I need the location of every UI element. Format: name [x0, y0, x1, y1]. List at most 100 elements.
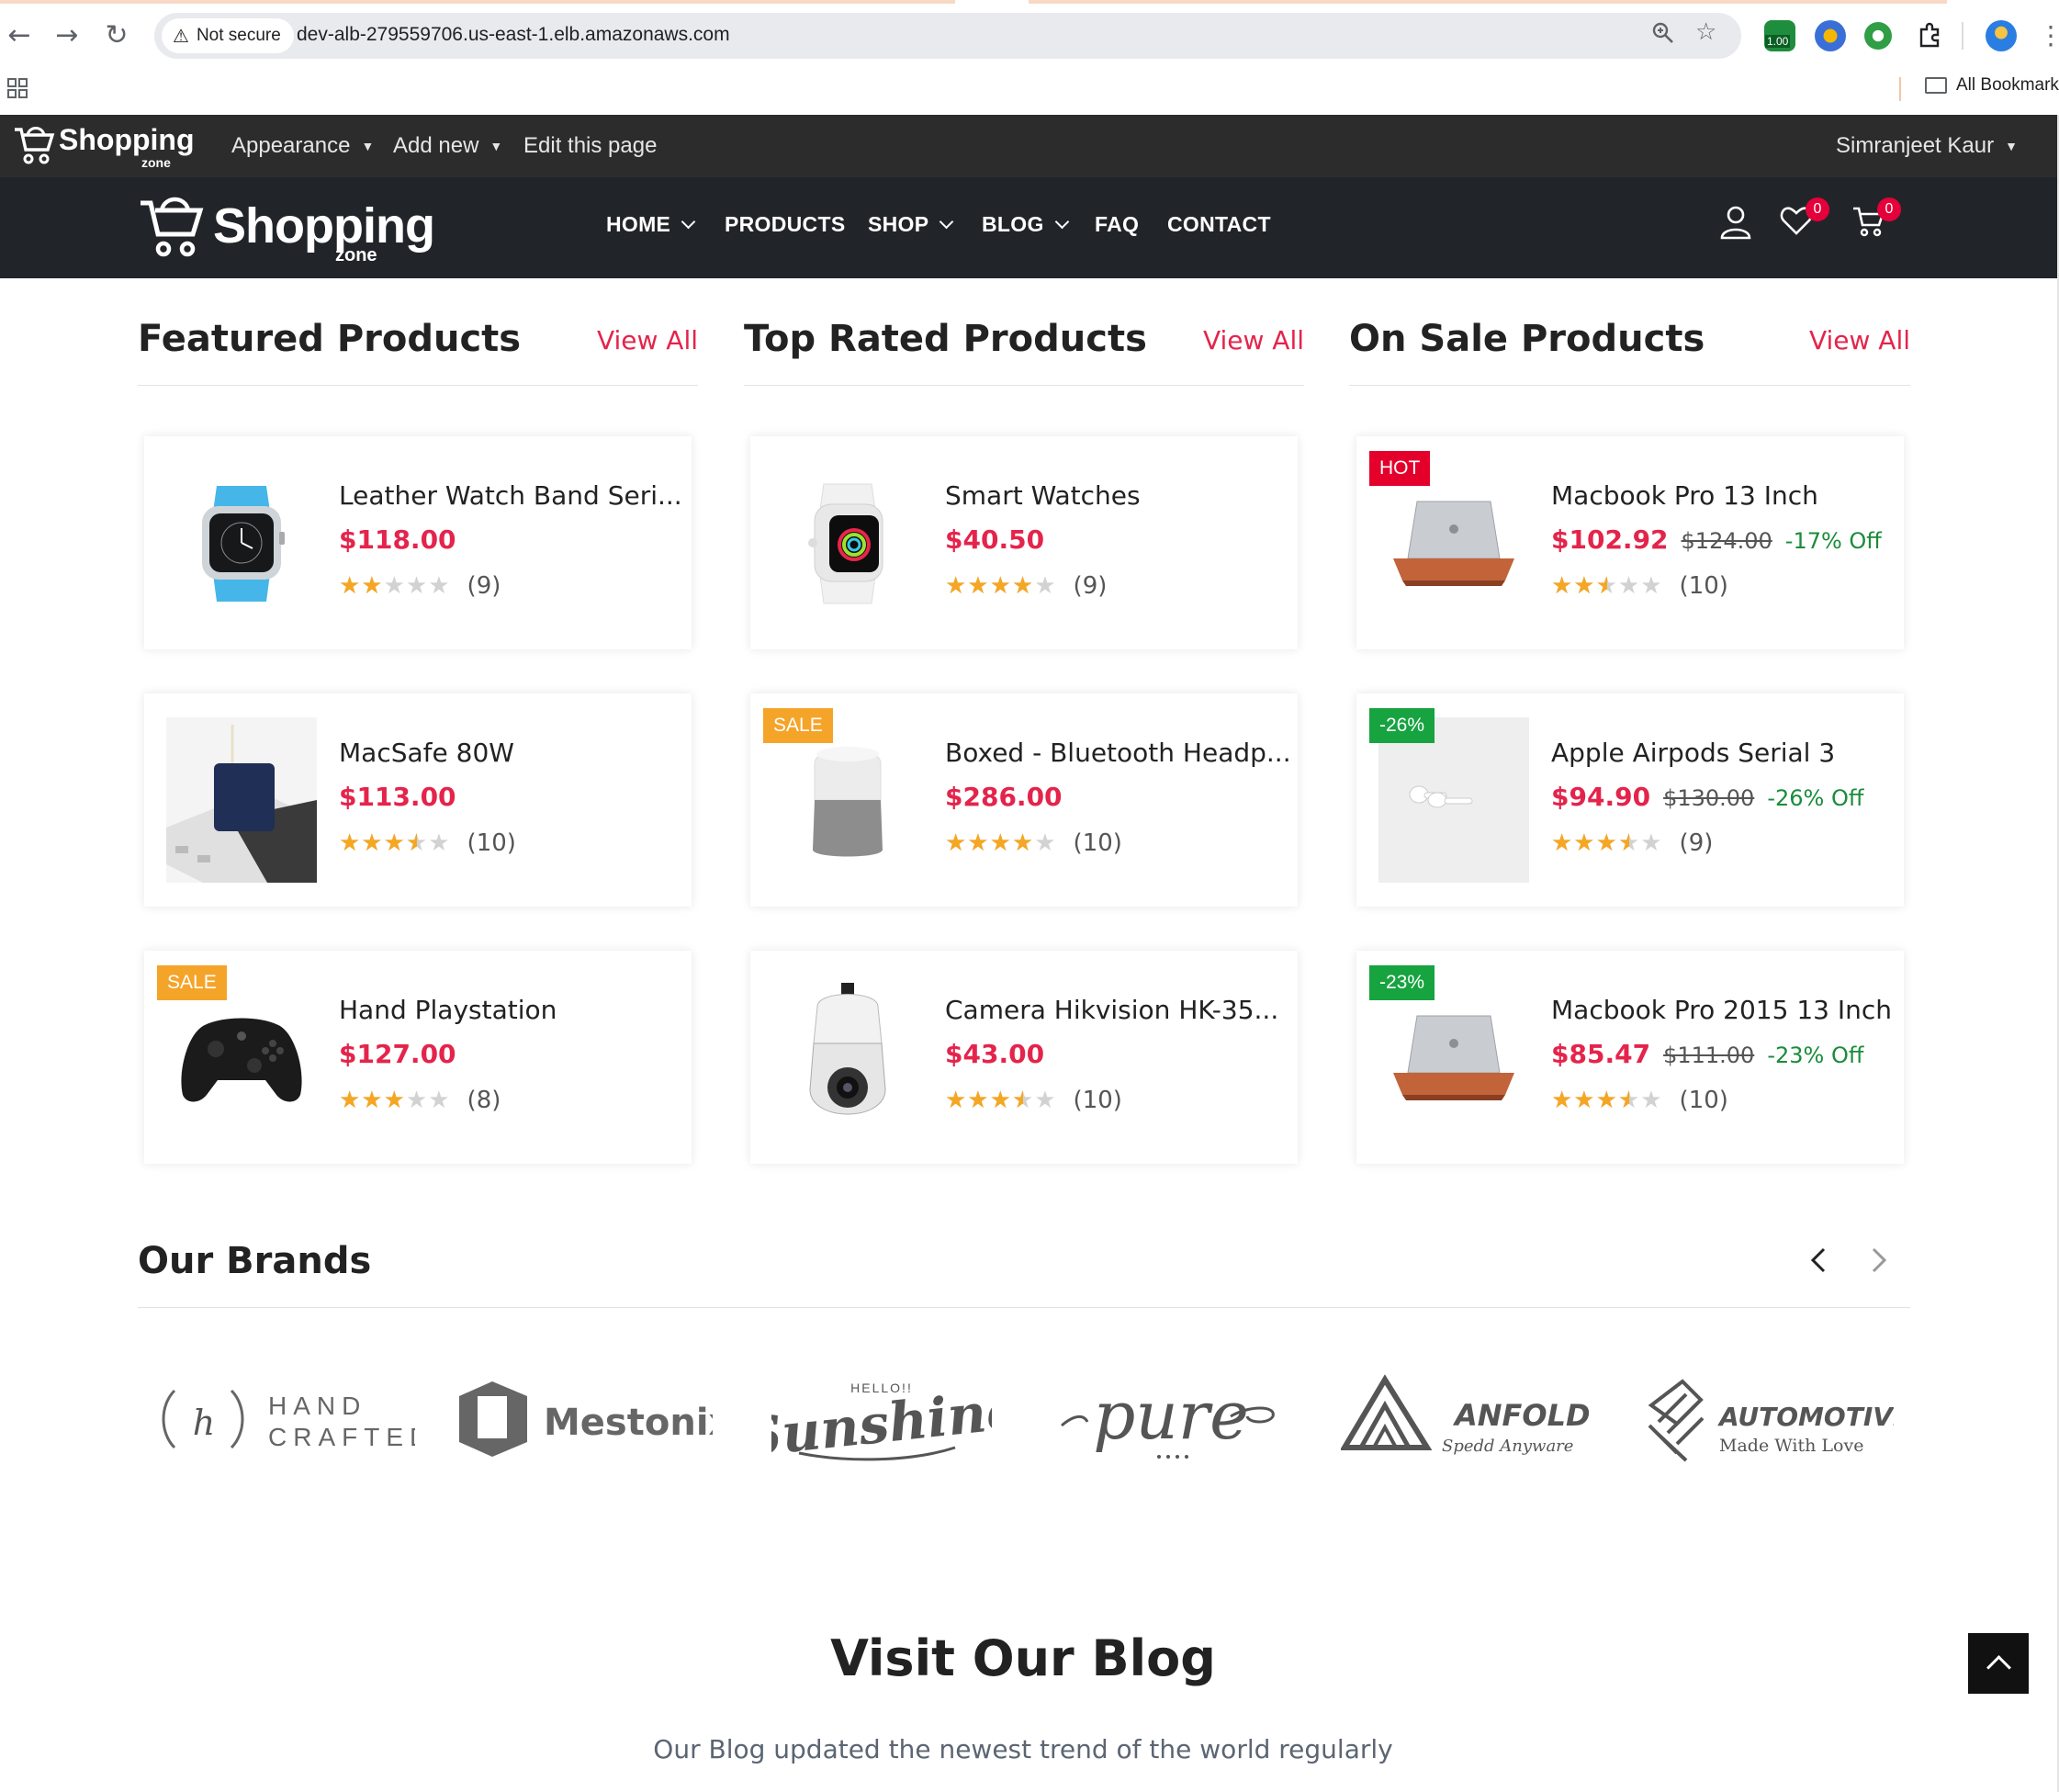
product-image-blue-smartwatch[interactable] [166, 460, 317, 626]
product-title[interactable]: Macbook Pro 2015 13 Inch [1551, 995, 1892, 1025]
product-card[interactable]: Leather Watch Band Seri... $118.00 ★★★★★… [144, 436, 692, 649]
star-rating: ★★★★★★★★★★ [945, 572, 1057, 600]
folder-icon [1925, 77, 1947, 94]
original-price: $124.00 [1681, 528, 1772, 554]
extension-green-icon[interactable] [1864, 22, 1892, 50]
admin-user-name: Simranjeet Kaur [1836, 133, 1995, 158]
admin-edit-page-link[interactable]: Edit this page [523, 133, 657, 159]
product-card[interactable]: -26% Apple Airpods Serial 3 $94.90 $130.… [1356, 693, 1904, 907]
rating-row: ★★★★★★★★★★ (9) [1551, 829, 1713, 857]
review-count: (10) [467, 829, 516, 857]
brand-logo-sunshine[interactable]: HELLO!! Sunshine [740, 1369, 1023, 1470]
product-title[interactable]: Hand Playstation [339, 995, 557, 1025]
extensions-puzzle-icon[interactable] [1914, 20, 1945, 51]
brand-mark: h [193, 1403, 215, 1443]
product-title[interactable]: Smart Watches [945, 480, 1141, 511]
discount-label: -17% Off [1784, 528, 1882, 554]
product-card[interactable]: -23% Macbook Pro 2015 13 Inch $85.47 $11… [1356, 951, 1904, 1164]
product-title[interactable]: MacSafe 80W [339, 738, 514, 768]
view-all-link[interactable]: View All [1809, 325, 1910, 355]
price-row: $43.00 [945, 1039, 1044, 1069]
product-title[interactable]: Leather Watch Band Seri... [339, 480, 682, 511]
brand-logo-mestonix[interactable]: Mestonix [456, 1369, 733, 1470]
bookmark-star-icon[interactable]: ☆ [1695, 18, 1716, 46]
product-card[interactable]: MacSafe 80W $113.00 ★★★★★★★★★★ (10) [144, 693, 692, 907]
nav-faq[interactable]: FAQ [1095, 212, 1139, 237]
view-all-link[interactable]: View All [597, 325, 698, 355]
all-bookmarks-button[interactable]: All Bookmarks [1925, 75, 2059, 96]
price-row: $85.47 $111.00 -23% Off [1551, 1039, 1863, 1069]
original-price: $130.00 [1663, 785, 1755, 811]
rating-row: ★★★★★★★★★★ (10) [945, 829, 1122, 857]
extension-globe-icon[interactable] [1815, 20, 1846, 51]
view-all-link[interactable]: View All [1203, 325, 1304, 355]
back-to-top-button[interactable] [1968, 1633, 2029, 1694]
top-rated-products-header: Top Rated Products View All [744, 312, 1304, 386]
star-rating: ★★★★★★★★★★ [339, 572, 451, 600]
nav-blog[interactable]: BLOG [982, 212, 1069, 237]
address-bar[interactable]: ⚠ Not secure dev-alb-279559706.us-east-1… [154, 13, 1741, 59]
cart-icon[interactable]: 0 [1851, 197, 1901, 242]
chevron-down-icon [681, 214, 696, 230]
nav-home-label: HOME [606, 212, 671, 236]
hot-tag: HOT [1369, 451, 1431, 486]
brand-logo-anfold[interactable]: ANFOLD Spedd Anyware [1339, 1369, 1591, 1470]
security-chip[interactable]: ⚠ Not secure [162, 18, 294, 53]
admin-add-new-menu[interactable]: Add new ▼ [393, 133, 502, 159]
nav-products[interactable]: PRODUCTS [725, 212, 845, 237]
product-price: $102.92 [1551, 524, 1669, 555]
star-rating: ★★★★★★★★★★ [1551, 572, 1663, 600]
brand-logo-hand-crafted[interactable]: h HAND CRAFTED [158, 1369, 428, 1470]
apps-grid-icon[interactable] [7, 77, 28, 105]
review-count: (10) [1679, 572, 1728, 600]
rating-row: ★★★★★★★★★★ (10) [945, 1087, 1122, 1114]
account-icon[interactable] [1719, 205, 1752, 243]
product-title[interactable]: Apple Airpods Serial 3 [1551, 738, 1835, 768]
reload-icon[interactable]: ↻ [101, 20, 132, 51]
admin-site-logo[interactable]: Shopping zone [13, 122, 195, 170]
product-price: $40.50 [945, 524, 1045, 555]
product-card[interactable]: Smart Watches $40.50 ★★★★★★★★★★ (9) [750, 436, 1298, 649]
rating-row: ★★★★★★★★★★ (10) [339, 829, 516, 857]
zoom-icon[interactable] [1651, 21, 1675, 51]
discount-label: -23% Off [1767, 1043, 1864, 1068]
brand-text: AUTOMOTIVE [1717, 1402, 1894, 1432]
product-title[interactable]: Macbook Pro 13 Inch [1551, 480, 1818, 511]
product-price: $113.00 [339, 782, 456, 812]
nav-home[interactable]: HOME [606, 212, 696, 237]
nav-shop[interactable]: SHOP [868, 212, 954, 237]
price-row: $127.00 [339, 1039, 456, 1069]
security-label: Not secure [196, 26, 281, 45]
forward-icon[interactable]: → [51, 20, 83, 51]
extension-counter-icon[interactable]: 1.00 [1764, 20, 1795, 51]
product-image-charger[interactable] [166, 717, 317, 883]
blog-section-subtitle: Our Blog updated the newest trend of the… [653, 1734, 1393, 1764]
product-card[interactable]: Camera Hikvision HK-35... $43.00 ★★★★★ ★★… [750, 951, 1298, 1164]
back-icon[interactable]: ← [4, 20, 35, 51]
sale-tag: SALE [157, 965, 227, 1000]
product-title[interactable]: Boxed - Bluetooth Headp... [945, 738, 1291, 768]
caret-down-icon: ▼ [2005, 139, 2018, 153]
browser-menu-icon[interactable]: ⋮ [2035, 20, 2059, 51]
brand-text: ANFOLD [1452, 1398, 1589, 1433]
product-image-dome-camera[interactable] [772, 975, 923, 1140]
profile-avatar[interactable] [1986, 20, 2017, 51]
brand-logo-pure[interactable]: pure [1056, 1369, 1286, 1470]
product-card[interactable]: SALE Boxed - Bluetooth Headp... $286.00 … [750, 693, 1298, 907]
nav-contact[interactable]: CONTACT [1167, 212, 1271, 237]
admin-appearance-menu[interactable]: Appearance ▼ [231, 133, 374, 159]
carousel-prev-icon[interactable] [1800, 1242, 1837, 1279]
brand-logo-automotive[interactable]: AUTOMOTIVE Made With Love [1646, 1369, 1910, 1470]
carousel-next-icon[interactable] [1861, 1242, 1897, 1279]
chevron-down-icon [939, 214, 954, 230]
product-card[interactable]: SALE Hand Playstation $127.00 ★★★★★★★★★★… [144, 951, 692, 1164]
product-title[interactable]: Camera Hikvision HK-35... [945, 995, 1278, 1025]
product-image-white-smartwatch[interactable] [772, 460, 923, 626]
review-count: (10) [1073, 1087, 1122, 1114]
product-card[interactable]: HOT Macbook Pro 13 Inch $102.92 $124.00 … [1356, 436, 1904, 649]
url-text[interactable]: dev-alb-279559706.us-east-1.elb.amazonaw… [297, 24, 730, 46]
wishlist-heart-icon[interactable]: 0 [1780, 197, 1829, 240]
review-count: (9) [1073, 572, 1108, 600]
admin-user-menu[interactable]: Simranjeet Kaur ▼ [1836, 133, 2018, 159]
admin-logo-text: Shopping [59, 122, 195, 156]
